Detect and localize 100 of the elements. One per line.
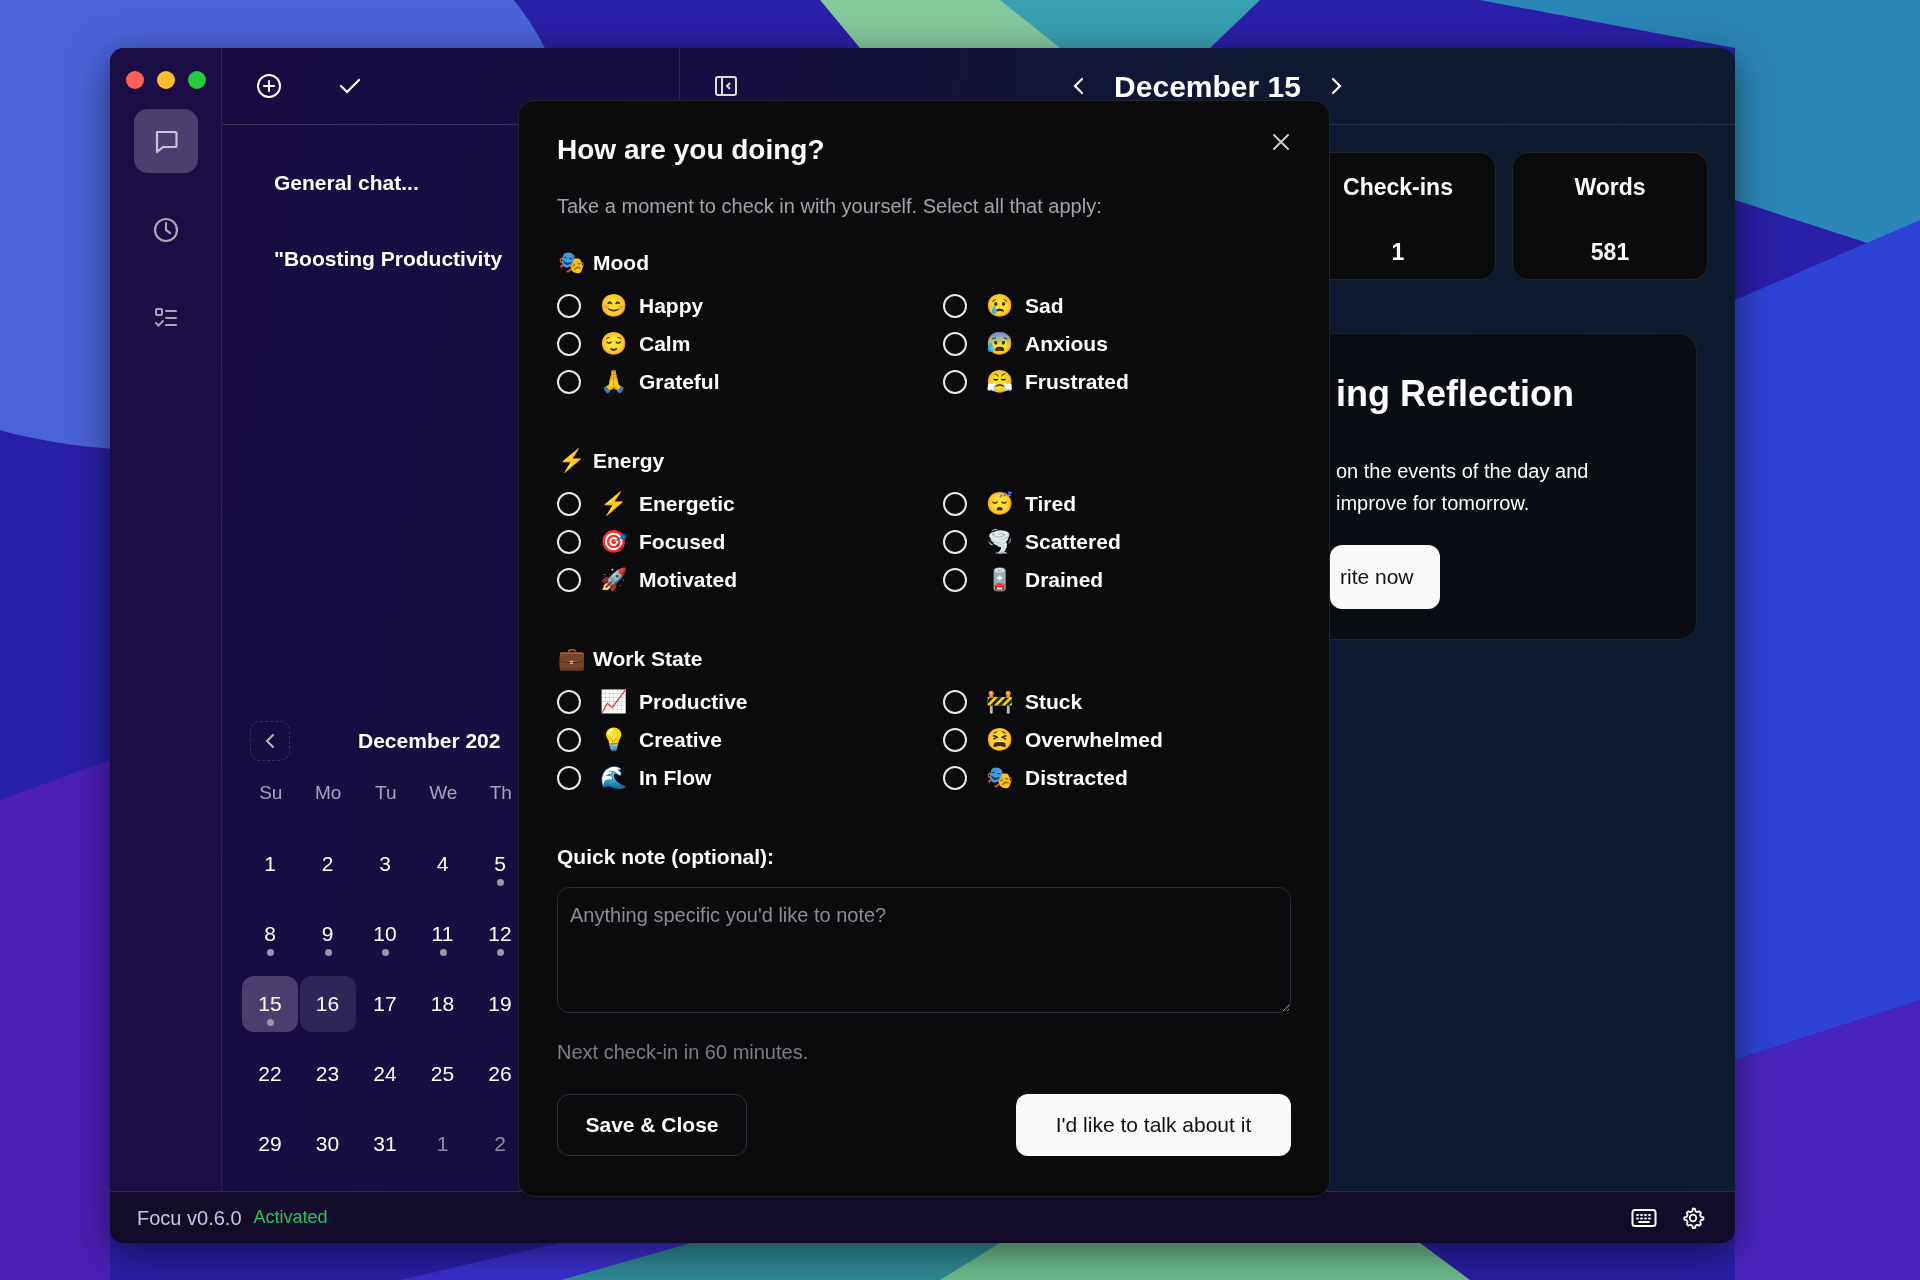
calendar-day[interactable]: 23	[299, 1046, 356, 1102]
option-label: Energetic	[639, 491, 735, 518]
option-label: Distracted	[1025, 765, 1128, 792]
radio-button[interactable]	[557, 370, 581, 394]
note-label: Quick note (optional):	[557, 844, 775, 870]
radio-button[interactable]	[943, 568, 967, 592]
next-check-in-text: Next check-in in 60 minutes.	[557, 1040, 810, 1065]
option-emoji: 😰	[985, 333, 1013, 355]
option-emoji: 🪫	[985, 569, 1013, 591]
stat-label: Check-ins	[1343, 173, 1453, 202]
option-label: Tired	[1025, 491, 1076, 518]
calendar-day[interactable]: 1	[242, 836, 298, 892]
option-emoji: 💡	[599, 729, 627, 751]
option-label: Calm	[639, 331, 691, 358]
radio-button[interactable]	[943, 530, 967, 554]
radio-button[interactable]	[943, 332, 967, 356]
radio-button[interactable]	[943, 766, 967, 790]
weekday-label: Mo	[314, 781, 343, 805]
calendar-day[interactable]: 29	[242, 1116, 298, 1172]
window-zoom-button[interactable]	[188, 71, 206, 89]
check-icon[interactable]	[338, 76, 362, 96]
calendar-day[interactable]: 1	[414, 1116, 471, 1172]
new-chat-icon[interactable]	[256, 73, 282, 99]
calendar-day[interactable]: 19	[472, 976, 528, 1032]
option-label: Drained	[1025, 567, 1104, 594]
option-label: Sad	[1025, 293, 1064, 320]
section-emoji: ⚡	[557, 450, 585, 472]
note-field[interactable]: Anything specific you'd like to note?	[557, 887, 1291, 1013]
option-emoji: 🎭	[985, 767, 1013, 789]
calendar-day[interactable]: 24	[357, 1046, 413, 1102]
option-label: Creative	[639, 727, 722, 754]
calendar-day[interactable]: 10	[357, 906, 413, 962]
radio-button[interactable]	[557, 530, 581, 554]
section-emoji: 💼	[557, 648, 585, 670]
calendar-day[interactable]: 25	[414, 1046, 471, 1102]
option-label: Motivated	[639, 567, 737, 594]
radio-button[interactable]	[943, 492, 967, 516]
keyboard-icon[interactable]	[1631, 1207, 1657, 1228]
calendar-day[interactable]: 30	[299, 1116, 356, 1172]
calendar-day[interactable]: 3	[357, 836, 413, 892]
option-label: Scattered	[1025, 529, 1121, 556]
settings-icon[interactable]	[1681, 1205, 1705, 1230]
radio-button[interactable]	[557, 728, 581, 752]
radio-button[interactable]	[557, 766, 581, 790]
calendar-day[interactable]: 16	[299, 976, 356, 1032]
stat-value: 1	[1391, 237, 1405, 267]
option-emoji: 🙏	[599, 371, 627, 393]
calendar-day[interactable]: 26	[472, 1046, 528, 1102]
save-close-button[interactable]: Save & Close	[557, 1094, 747, 1156]
radio-button[interactable]	[943, 728, 967, 752]
radio-button[interactable]	[557, 294, 581, 318]
calendar-day[interactable]: 17	[357, 976, 413, 1032]
clock-icon	[151, 216, 180, 244]
section-title: Energy	[593, 448, 665, 475]
calendar-day[interactable]: 9	[299, 906, 356, 962]
option-emoji: 😢	[985, 295, 1013, 317]
section-emoji: 🎭	[557, 252, 585, 274]
window-close-button[interactable]	[126, 71, 144, 89]
section-title: Mood	[593, 250, 649, 277]
app-version: Focu v0.6.0	[137, 1205, 242, 1231]
calendar-day[interactable]: 18	[414, 976, 471, 1032]
option-emoji: ⚡	[599, 493, 627, 515]
calendar-day[interactable]: 31	[357, 1116, 413, 1172]
option-emoji: 🌊	[599, 767, 627, 789]
window-minimize-button[interactable]	[157, 71, 175, 89]
talk-button[interactable]: I'd like to talk about it	[1016, 1094, 1291, 1156]
calendar-day[interactable]: 22	[242, 1046, 298, 1102]
option-emoji: 📈	[599, 691, 627, 713]
option-label: Happy	[639, 293, 704, 320]
calendar-day[interactable]: 2	[299, 836, 356, 892]
radio-button[interactable]	[943, 294, 967, 318]
option-label: Stuck	[1025, 689, 1083, 716]
radio-button[interactable]	[557, 492, 581, 516]
calendar-day[interactable]: 4	[414, 836, 471, 892]
section-title: Work State	[593, 646, 703, 673]
option-label: In Flow	[639, 765, 712, 792]
radio-button[interactable]	[557, 568, 581, 592]
calendar-day[interactable]: 11	[414, 906, 471, 962]
radio-button[interactable]	[943, 690, 967, 714]
radio-button[interactable]	[557, 332, 581, 356]
option-emoji: 🚀	[599, 569, 627, 591]
calendar-day[interactable]: 15	[242, 976, 298, 1032]
option-label: Focused	[639, 529, 726, 556]
weekday-label: Tu	[374, 781, 398, 805]
month-title: December 202	[358, 728, 501, 755]
dialog-subtitle: Take a moment to check in with yourself. Select all that apply:	[557, 194, 1103, 219]
close-icon	[1271, 131, 1291, 152]
option-label: Productive	[639, 689, 748, 716]
write-now-button[interactable]: rite now	[1330, 545, 1440, 609]
sidebar-toggle-icon[interactable]	[714, 74, 738, 98]
sidebar-tab[interactable]	[133, 109, 198, 173]
radio-button[interactable]	[943, 370, 967, 394]
calendar-day[interactable]: 8	[242, 906, 298, 962]
option-emoji: 😫	[985, 729, 1013, 751]
date-title: December 15	[1114, 68, 1301, 105]
radio-button[interactable]	[557, 690, 581, 714]
previous-month-button[interactable]	[250, 721, 290, 761]
stat-value: 581	[1590, 237, 1630, 267]
calendar-day[interactable]: 2	[472, 1116, 528, 1172]
option-label: Overwhelmed	[1025, 727, 1163, 754]
